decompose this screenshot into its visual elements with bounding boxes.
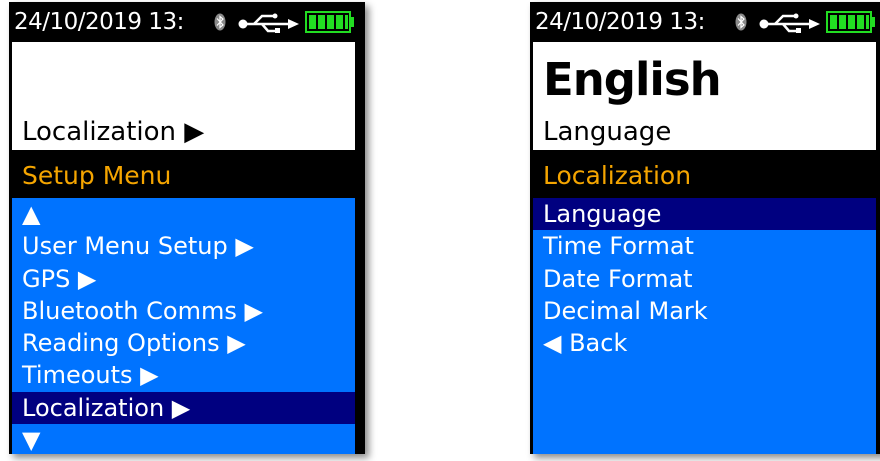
menu-item-gps[interactable]: GPS ▶ bbox=[12, 263, 355, 295]
date-time: 24/10/2019 13: bbox=[535, 9, 705, 35]
date-time: 24/10/2019 13: bbox=[14, 9, 184, 35]
menu-item-timeouts[interactable]: Timeouts ▶ bbox=[12, 359, 355, 391]
menu-title: Setup Menu bbox=[22, 161, 172, 190]
menu-item-localization[interactable]: Localization ▶ bbox=[12, 391, 355, 425]
menu-title: Localization bbox=[543, 161, 692, 190]
menu-item-date-format[interactable]: Date Format bbox=[533, 263, 876, 295]
status-bar: 24/10/2019 13: bbox=[530, 2, 880, 42]
usb-icon bbox=[759, 13, 820, 33]
battery-icon bbox=[305, 11, 354, 33]
menu-item-reading-options[interactable]: Reading Options ▶ bbox=[12, 327, 355, 359]
current-item-label: Language bbox=[543, 117, 672, 147]
device-screen-localization: 24/10/2019 13: English Language Localiza… bbox=[530, 2, 880, 454]
menu-title-bar: Localization bbox=[533, 154, 876, 198]
scroll-up-arrow[interactable]: ▲ bbox=[12, 198, 355, 230]
menu-item-back[interactable]: ◀ Back bbox=[533, 327, 876, 359]
scroll-down-arrow[interactable]: ▼ bbox=[12, 424, 355, 454]
info-pane: English Language bbox=[533, 42, 876, 150]
menu-item-language[interactable]: Language bbox=[533, 198, 876, 231]
menu-title-bar: Setup Menu bbox=[12, 154, 355, 198]
battery-icon bbox=[826, 11, 875, 33]
menu-item-bluetooth-comms[interactable]: Bluetooth Comms ▶ bbox=[12, 295, 355, 327]
info-pane: Localization ▶ bbox=[12, 42, 355, 150]
localization-menu-list: Language Time Format Date Format Decimal… bbox=[533, 198, 876, 454]
bluetooth-icon bbox=[735, 13, 747, 31]
menu-item-decimal-mark[interactable]: Decimal Mark bbox=[533, 295, 876, 327]
menu-item-user-menu-setup[interactable]: User Menu Setup ▶ bbox=[12, 230, 355, 262]
bluetooth-icon bbox=[214, 13, 226, 31]
current-item-label: Localization ▶ bbox=[22, 117, 205, 147]
device-screen-setup-menu: 24/10/2019 13: Localization ▶ Setup Menu… bbox=[9, 2, 365, 454]
menu-item-time-format[interactable]: Time Format bbox=[533, 230, 876, 262]
current-value: English bbox=[543, 53, 722, 106]
usb-icon bbox=[238, 13, 299, 33]
setup-menu-list: ▲ User Menu Setup ▶ GPS ▶ Bluetooth Comm… bbox=[12, 198, 355, 454]
status-bar: 24/10/2019 13: bbox=[9, 2, 365, 42]
